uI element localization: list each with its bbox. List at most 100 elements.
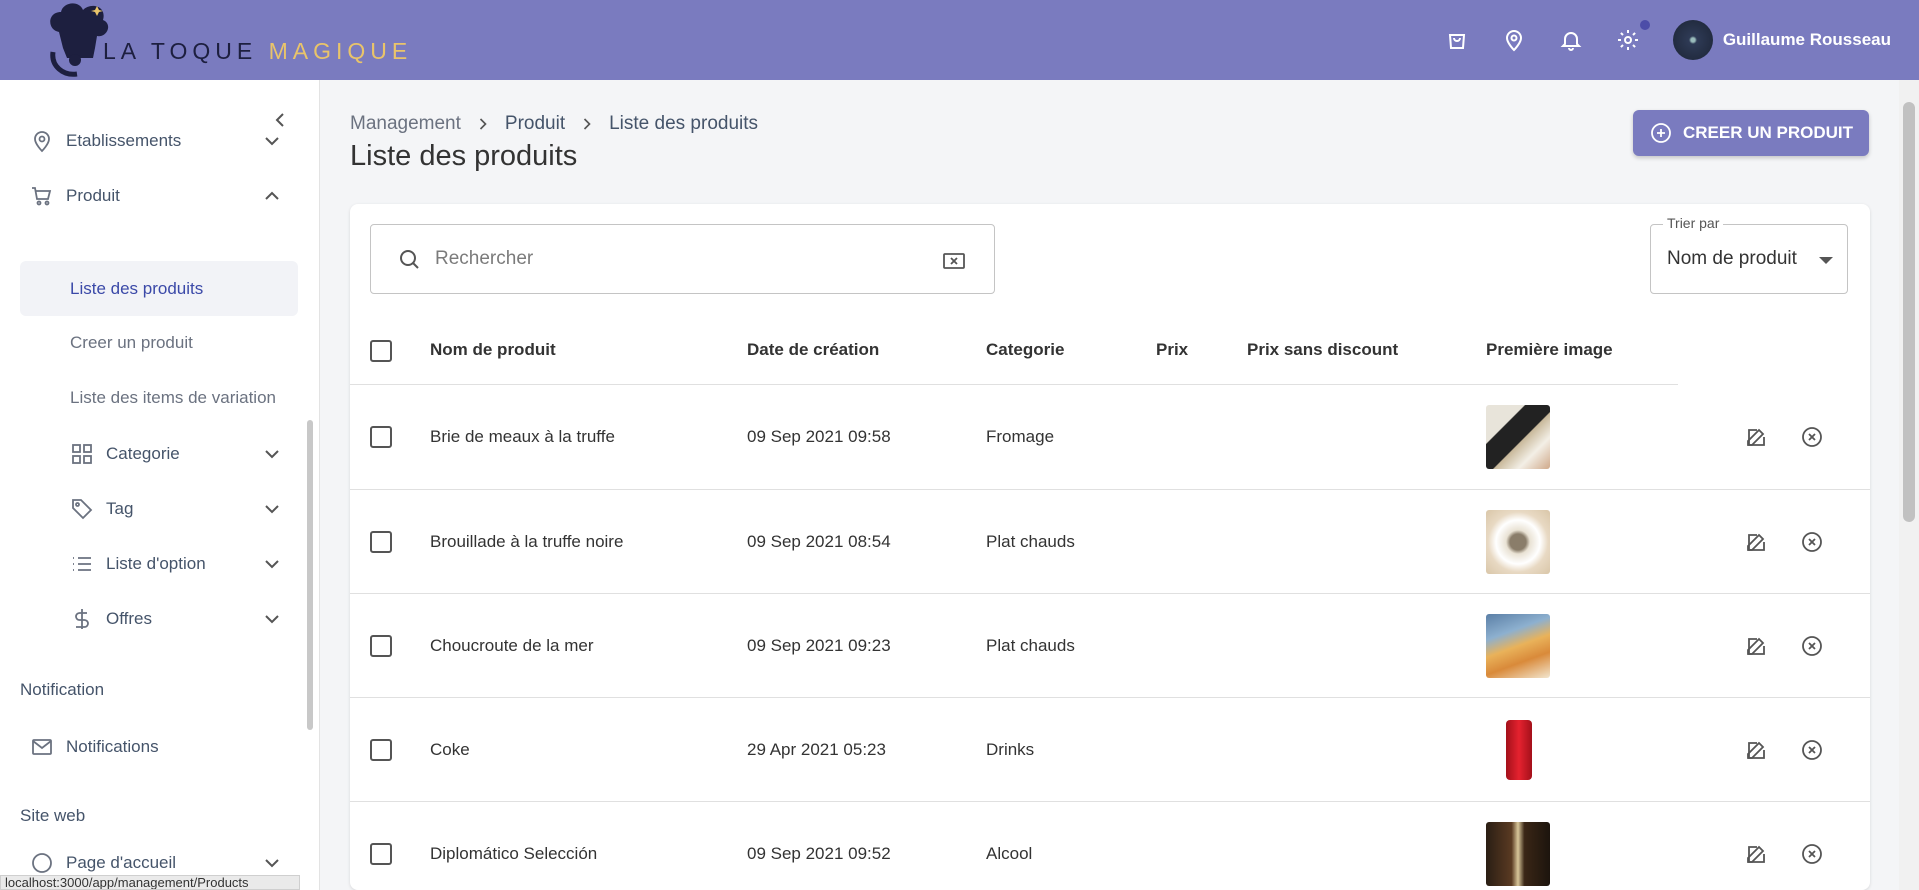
edit-icon[interactable] [1744, 842, 1768, 866]
sidebar-item-produit[interactable]: Produit [20, 169, 298, 223]
notification-dot [1639, 20, 1650, 30]
cell-category: Plat chauds [986, 532, 1075, 551]
bell-icon[interactable] [1559, 28, 1583, 52]
sidebar-item-label: Etablissements [66, 131, 182, 150]
row-checkbox[interactable] [370, 739, 392, 761]
sidebar-item-label: Page d'accueil [66, 853, 177, 872]
chevron-down-icon [265, 859, 279, 868]
breadcrumb-current: Liste des produits [609, 113, 759, 134]
chevron-down-icon [265, 615, 279, 624]
cell-name: Brie de meaux à la truffe [430, 427, 615, 446]
search-input[interactable] [435, 248, 915, 270]
grid-icon [72, 444, 92, 464]
product-thumbnail[interactable] [1486, 718, 1550, 782]
chevron-down-icon [265, 450, 279, 459]
delete-icon[interactable] [1800, 530, 1824, 554]
row-checkbox[interactable] [370, 426, 392, 448]
sidebar-item-offres[interactable]: Offres [20, 592, 298, 646]
delete-icon[interactable] [1800, 738, 1824, 762]
cell-category: Fromage [986, 427, 1055, 446]
home-icon [32, 853, 52, 873]
avatar[interactable] [1672, 20, 1713, 60]
sidebar-subitem-liste-des-produits[interactable]: Liste des produits [20, 261, 298, 316]
breadcrumb-management[interactable]: Management [350, 113, 461, 135]
brand-logo[interactable]: LA TOQUE MAGIQUE [45, 0, 435, 80]
cell-date: 29 Apr 2021 05:23 [747, 740, 886, 759]
cell-category: Alcool [986, 844, 1033, 863]
edit-icon[interactable] [1744, 530, 1768, 554]
sidebar-item-label: Tag [106, 499, 134, 518]
breadcrumb-produit[interactable]: Produit [505, 113, 565, 135]
sidebar-subitem-creer-un-produit[interactable]: Creer un produit [20, 316, 298, 370]
sidebar-item-label: Offres [106, 609, 152, 628]
chevron-up-icon [265, 191, 279, 200]
cart-icon [32, 187, 52, 206]
table-row[interactable]: Brie de meaux à la truffe 09 Sep 2021 09… [350, 385, 1870, 489]
sidebar-subitem-liste-des-items-de-variation[interactable]: Liste des items de variation [20, 371, 298, 425]
settings-icon[interactable] [1616, 20, 1650, 52]
shopping-bag-icon[interactable] [1445, 28, 1469, 52]
cell-category: Drinks [986, 740, 1035, 759]
column-header-date[interactable]: Date de création [747, 340, 879, 360]
sidebar-item-label: Notifications [66, 737, 159, 756]
tag-icon [72, 499, 93, 520]
section-notification: Notification [20, 680, 105, 699]
sidebar-item-etablissements[interactable]: Etablissements [20, 114, 298, 168]
row-checkbox[interactable] [370, 531, 392, 553]
column-header-price-no-discount[interactable]: Prix sans discount [1247, 340, 1398, 360]
table-row[interactable]: Diplomático Selección 09 Sep 2021 09:52 … [350, 801, 1870, 890]
row-checkbox[interactable] [370, 635, 392, 657]
cell-date: 09 Sep 2021 09:58 [747, 427, 891, 446]
select-all-checkbox[interactable] [370, 340, 392, 362]
plus-circle-icon [1651, 123, 1671, 143]
cell-name: Choucroute de la mer [430, 636, 594, 655]
column-header-category[interactable]: Categorie [986, 340, 1064, 360]
mail-icon [32, 739, 52, 755]
location-pin-icon [34, 131, 50, 153]
sort-value: Nom de produit [1667, 248, 1797, 269]
table-row[interactable]: Coke 29 Apr 2021 05:23 Drinks [350, 697, 1870, 801]
table-row[interactable]: Choucroute de la mer 09 Sep 2021 09:23 P… [350, 593, 1870, 697]
clear-search-icon[interactable] [942, 249, 966, 273]
sidebar-item-liste-d-option[interactable]: Liste d'option [20, 537, 298, 591]
location-pin-icon[interactable] [1502, 28, 1526, 52]
cell-date: 09 Sep 2021 09:52 [747, 844, 891, 863]
column-header-price[interactable]: Prix [1156, 340, 1188, 360]
product-thumbnail[interactable] [1486, 822, 1550, 886]
table-row[interactable]: Brouillade à la truffe noire 09 Sep 2021… [350, 489, 1870, 593]
product-thumbnail[interactable] [1486, 405, 1550, 469]
user-name[interactable]: Guillaume Rousseau [1723, 30, 1891, 50]
delete-icon[interactable] [1800, 425, 1824, 449]
cell-name: Coke [430, 740, 470, 759]
can-image [1506, 720, 1532, 780]
sidebar-subitem-label: Liste des items de variation [70, 388, 276, 407]
delete-icon[interactable] [1800, 842, 1824, 866]
page-scrollbar-track[interactable] [1899, 80, 1919, 890]
sidebar-item-notifications[interactable]: Notifications [20, 720, 298, 774]
column-header-first-image[interactable]: Première image [1486, 340, 1613, 360]
sidebar-item-categorie[interactable]: Categorie [20, 427, 298, 481]
sidebar-item-tag[interactable]: Tag [20, 482, 298, 536]
status-url: localhost:3000/app/management/Products [0, 875, 300, 890]
dropdown-arrow-icon [1819, 257, 1833, 264]
chevron-down-icon [265, 560, 279, 569]
row-checkbox[interactable] [370, 843, 392, 865]
edit-icon[interactable] [1744, 634, 1768, 658]
chevron-right-icon [584, 118, 591, 130]
dollar-icon [75, 609, 89, 629]
create-product-button[interactable]: CREER UN PRODUIT [1633, 110, 1869, 156]
page-scrollbar-thumb[interactable] [1903, 102, 1915, 522]
product-thumbnail[interactable] [1486, 510, 1550, 574]
cell-date: 09 Sep 2021 09:23 [747, 636, 891, 655]
sidebar-item-page-accueil[interactable]: Page d'accueil [20, 848, 298, 878]
column-header-name[interactable]: Nom de produit [430, 340, 556, 360]
product-thumbnail[interactable] [1486, 614, 1550, 678]
cell-date: 09 Sep 2021 08:54 [747, 532, 891, 551]
edit-icon[interactable] [1744, 738, 1768, 762]
page-title: Liste des produits [350, 140, 578, 172]
sidebar-scrollbar[interactable] [307, 420, 313, 730]
sort-select[interactable]: Trier par Nom de produit [1650, 215, 1848, 294]
delete-icon[interactable] [1800, 634, 1824, 658]
edit-icon[interactable] [1744, 425, 1768, 449]
chevron-down-icon [265, 505, 279, 514]
